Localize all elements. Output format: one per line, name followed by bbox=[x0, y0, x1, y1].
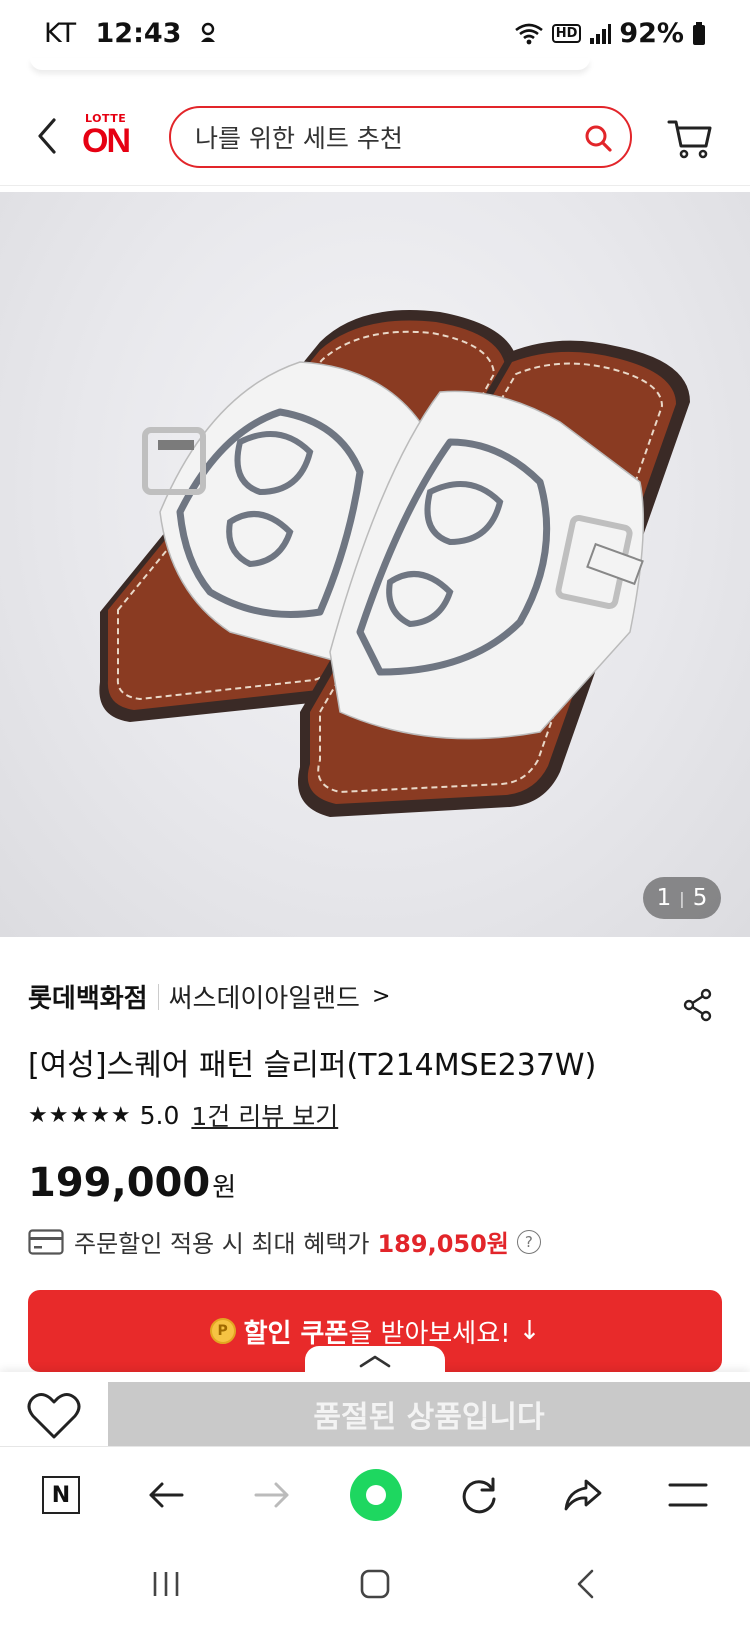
pager-current: 1 bbox=[656, 885, 672, 911]
benefit-row: 주문할인 적용 시 최대 혜택가 189,050원 ? bbox=[28, 1224, 541, 1259]
price: 199,000원 bbox=[28, 1160, 236, 1206]
naver-home-icon[interactable]: N bbox=[33, 1467, 89, 1523]
store-name[interactable]: 롯데백화점 bbox=[28, 978, 148, 1015]
store-row: 롯데백화점 써스데이아일랜드 > bbox=[28, 978, 390, 1015]
chevron-right-icon[interactable]: > bbox=[372, 984, 390, 1009]
benefit-price: 189,050원 bbox=[377, 1230, 509, 1258]
divider bbox=[157, 983, 159, 1010]
credit-card-icon bbox=[28, 1228, 64, 1255]
sandal-illustration bbox=[99, 310, 690, 817]
status-divider bbox=[30, 58, 590, 70]
search-icon[interactable] bbox=[582, 122, 614, 154]
app-header: LOTTE ON bbox=[0, 90, 750, 186]
browser-toolbar: N bbox=[0, 1446, 750, 1542]
soldout-button[interactable]: 품절된 상품입니다 bbox=[108, 1382, 750, 1446]
cart-icon[interactable] bbox=[666, 116, 714, 160]
notification-icon bbox=[200, 22, 215, 42]
share-icon[interactable] bbox=[682, 988, 714, 1022]
forward-icon[interactable] bbox=[244, 1467, 300, 1523]
status-bar: KT 12:43 HD 92% bbox=[0, 0, 750, 70]
review-link[interactable]: 1건 리뷰 보기 bbox=[191, 1097, 338, 1133]
battery-icon bbox=[693, 21, 705, 45]
price-value: 199,000 bbox=[28, 1160, 211, 1206]
pager-total: 5 bbox=[692, 885, 708, 911]
status-left: KT 12:43 bbox=[44, 18, 219, 49]
star-rating-icon: ★★★★★ bbox=[28, 1102, 132, 1128]
home-icon[interactable] bbox=[355, 1564, 395, 1604]
lotte-on-logo[interactable]: LOTTE ON bbox=[82, 112, 138, 164]
download-arrow-icon: ↓ bbox=[518, 1316, 541, 1346]
share-arrow-icon[interactable] bbox=[555, 1467, 611, 1523]
hd-badge: HD bbox=[551, 24, 582, 43]
refresh-icon[interactable] bbox=[451, 1467, 507, 1523]
help-icon[interactable]: ? bbox=[516, 1229, 541, 1254]
product-title: [여성]스퀘어 패턴 슬리퍼(T214MSE237W) bbox=[28, 1048, 597, 1083]
logo-on-text: ON bbox=[82, 122, 131, 160]
rating-value: 5.0 bbox=[139, 1100, 180, 1130]
brand-link[interactable]: 써스데이아일랜드 bbox=[169, 978, 360, 1015]
menu-icon[interactable] bbox=[660, 1467, 716, 1523]
status-right: HD 92% bbox=[514, 18, 706, 49]
coupon-emphasis: 할인 쿠폰 bbox=[243, 1318, 349, 1349]
system-back-icon[interactable] bbox=[566, 1564, 606, 1604]
image-pager: 1 | 5 bbox=[643, 877, 721, 919]
search-input[interactable] bbox=[195, 120, 555, 156]
price-unit: 원 bbox=[212, 1173, 237, 1203]
coupon-text: 할인 쿠폰을 받아보세요! bbox=[244, 1313, 511, 1350]
chevron-up-icon bbox=[359, 1355, 391, 1368]
clock: 12:43 bbox=[95, 18, 182, 49]
pager-separator: | bbox=[679, 888, 685, 908]
collapse-handle[interactable] bbox=[305, 1346, 445, 1376]
benefit-label: 주문할인 적용 시 최대 혜택가 bbox=[74, 1230, 370, 1258]
system-nav-bar bbox=[0, 1542, 750, 1625]
search-box[interactable] bbox=[169, 106, 632, 168]
coupon-rest: 을 받아보세요! bbox=[348, 1318, 511, 1349]
battery-percent: 92% bbox=[619, 18, 684, 49]
heart-icon[interactable] bbox=[26, 1392, 82, 1442]
carrier: KT bbox=[44, 18, 77, 49]
naver-n-box: N bbox=[42, 1476, 80, 1514]
signal-icon bbox=[590, 23, 612, 44]
back-icon[interactable] bbox=[138, 1467, 194, 1523]
recents-icon[interactable] bbox=[146, 1564, 186, 1604]
back-arrow-icon[interactable] bbox=[28, 114, 68, 158]
rating-row: ★★★★★ 5.0 1건 리뷰 보기 bbox=[28, 1097, 338, 1133]
wifi-icon bbox=[514, 23, 543, 44]
coin-icon: P bbox=[209, 1318, 236, 1344]
product-image[interactable]: 1 | 5 bbox=[0, 192, 750, 937]
green-dot-icon[interactable] bbox=[348, 1467, 404, 1523]
